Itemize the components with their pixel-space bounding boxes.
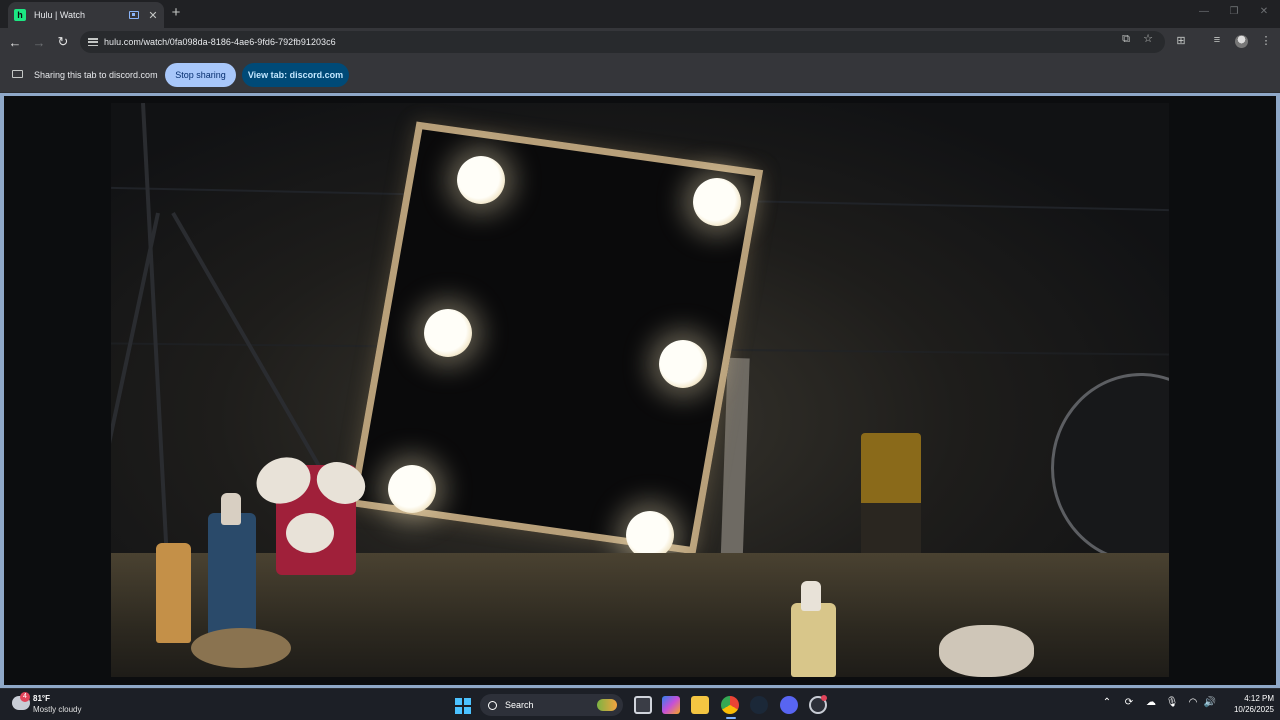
address-bar[interactable]: hulu.com/watch/0fa098da-8186-4ae6-9fd6-7…	[80, 31, 1165, 53]
tab-sharing-icon	[129, 11, 139, 19]
show-hidden-icons-chevron-icon[interactable]: ⌃	[1100, 697, 1114, 708]
new-tab-button[interactable]: +	[168, 4, 184, 22]
volume-icon[interactable]: 🔊	[1203, 697, 1217, 708]
tab-hulu-watch[interactable]: h Hulu | Watch ✕	[8, 2, 164, 28]
tab-title: Hulu | Watch	[34, 10, 86, 20]
fan-blade	[286, 513, 334, 553]
install-app-icon[interactable]: ⧉	[1119, 33, 1133, 46]
close-window-icon[interactable]: ✕	[1257, 6, 1271, 17]
serum-bottle	[208, 513, 256, 638]
tripod-leg	[141, 103, 170, 573]
profile-avatar[interactable]	[1235, 35, 1248, 48]
stop-sharing-button[interactable]: Stop sharing	[165, 63, 236, 87]
steam-icon[interactable]	[750, 696, 768, 714]
weather-badge: 4	[20, 692, 30, 702]
bookmark-star-icon[interactable]: ☆	[1141, 32, 1155, 45]
system-clock[interactable]: 4:12 PM 10/26/2025	[1222, 693, 1274, 715]
tab-strip: h Hulu | Watch ✕ + — ❐ ✕	[0, 0, 1280, 28]
wifi-icon[interactable]: ◠	[1186, 697, 1200, 708]
forward-arrow-icon[interactable]: →	[31, 34, 47, 50]
media-control-icon[interactable]: ≡	[1210, 34, 1224, 46]
clock-time: 4:12 PM	[1244, 694, 1274, 703]
clock-date: 10/26/2025	[1233, 705, 1274, 714]
screen: h Hulu | Watch ✕ + — ❐ ✕ ← → ↻ hulu.com/…	[0, 0, 1280, 720]
dropper-cap	[801, 581, 821, 611]
search-icon	[488, 700, 497, 710]
browser-toolbar: ← → ↻ hulu.com/watch/0fa098da-8186-4ae6-…	[0, 28, 1280, 56]
windows-start-icon[interactable]	[455, 698, 471, 714]
site-info-icon[interactable]	[88, 38, 98, 46]
compact-case	[191, 628, 291, 668]
small-bottle	[791, 603, 836, 677]
video-frame	[111, 103, 1169, 677]
mirror-bulb	[659, 340, 707, 388]
url-text: hulu.com/watch/0fa098da-8186-4ae6-9fd6-7…	[104, 37, 336, 47]
search-highlight-icon	[597, 699, 617, 711]
tab-close-icon[interactable]: ✕	[148, 9, 158, 22]
cream-jar	[939, 625, 1034, 677]
view-tab-button[interactable]: View tab: discord.com	[242, 63, 349, 87]
mirror-bulb	[388, 465, 436, 513]
sharing-message: Sharing this tab to discord.com	[34, 70, 158, 80]
chrome-active-indicator	[726, 717, 736, 719]
weather-condition[interactable]: Mostly cloudy	[33, 705, 81, 714]
notification-dot	[821, 695, 827, 701]
copilot-icon[interactable]	[662, 696, 680, 714]
reload-icon[interactable]: ↻	[55, 34, 71, 50]
hulu-favicon-icon: h	[14, 9, 26, 21]
mirror-bulb	[457, 156, 505, 204]
tripod-leg	[171, 212, 345, 509]
tab-search-icon[interactable]: ⊞	[1174, 34, 1188, 47]
back-arrow-icon[interactable]: ←	[7, 34, 23, 50]
tab-sharing-infobar: Sharing this tab to discord.com Stop sha…	[0, 56, 1280, 93]
minimize-icon[interactable]: —	[1197, 6, 1211, 17]
video-player[interactable]	[4, 96, 1276, 685]
screen-share-icon	[12, 70, 23, 78]
restore-icon[interactable]: ❐	[1227, 6, 1241, 17]
dropper-cap	[221, 493, 241, 525]
taskbar-search-box[interactable]: Search	[480, 694, 623, 716]
mirror-bulb	[424, 309, 472, 357]
amber-bottle	[156, 543, 191, 643]
page-content-shared-border	[0, 93, 1280, 688]
mirror-bulb	[693, 178, 741, 226]
mirror-bulb	[626, 511, 674, 559]
task-view-icon[interactable]	[634, 696, 652, 714]
weather-temp[interactable]: 81°F	[33, 694, 50, 703]
sync-icon[interactable]: ⟳	[1122, 697, 1136, 708]
file-explorer-icon[interactable]	[691, 696, 709, 714]
chrome-icon[interactable]	[721, 696, 739, 714]
menu-kebab-icon[interactable]: ⋮	[1259, 34, 1273, 47]
microphone-icon[interactable]: 🎙	[1165, 697, 1179, 708]
discord-icon[interactable]	[780, 696, 798, 714]
onedrive-cloud-icon[interactable]: ☁	[1144, 697, 1158, 708]
search-label: Search	[505, 700, 534, 710]
round-mirror	[1051, 373, 1169, 563]
windows-taskbar: 4 81°F Mostly cloudy Search ⌃ ⟳ ☁ 🎙 ◠ 🔊 …	[0, 688, 1280, 720]
